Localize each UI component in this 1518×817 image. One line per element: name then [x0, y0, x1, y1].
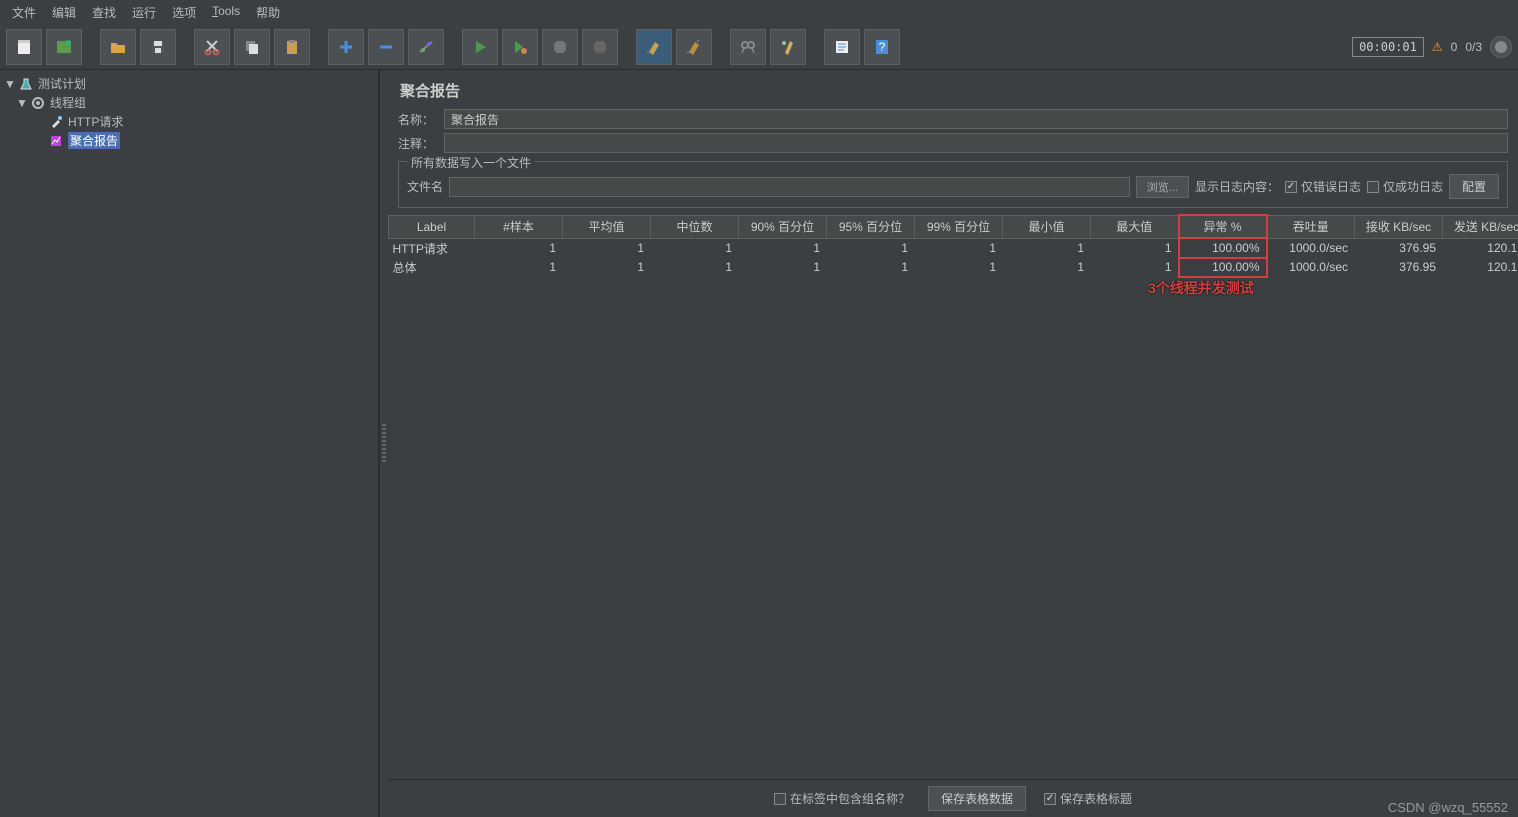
start-no-pause-icon[interactable] — [502, 29, 538, 65]
tree-test-plan[interactable]: ▼ 测试计划 — [2, 74, 376, 93]
svg-text:?: ? — [879, 40, 886, 54]
log-content-label: 显示日志内容： — [1195, 178, 1279, 195]
th-error[interactable]: 异常 % — [1179, 215, 1267, 238]
tree-thread-group[interactable]: ▼ 线程组 — [2, 93, 376, 112]
test-plan-tree[interactable]: ▼ 测试计划 ▼ 线程组 HTTP请求 聚合报告 — [0, 70, 380, 817]
th-min[interactable]: 最小值 — [1003, 215, 1091, 238]
watermark: CSDN @wzq_55552 — [1388, 800, 1508, 815]
comment-input[interactable] — [444, 133, 1508, 153]
expand-icon[interactable] — [328, 29, 364, 65]
copy-icon[interactable] — [234, 29, 270, 65]
gear-icon — [30, 95, 46, 111]
menu-tools[interactable]: Tools — [206, 2, 246, 23]
th-max[interactable]: 最大值 — [1091, 215, 1179, 238]
shutdown-icon[interactable] — [582, 29, 618, 65]
timer: 00:00:01 — [1352, 37, 1424, 57]
annotation-text: 3个线程并发测试 — [1148, 278, 1254, 298]
tree-http-request[interactable]: HTTP请求 — [2, 112, 376, 131]
chart-icon — [48, 133, 64, 149]
save-header-checkbox[interactable]: 保存表格标题 — [1044, 790, 1132, 807]
th-p90[interactable]: 90% 百分位 — [739, 215, 827, 238]
splitter[interactable] — [380, 70, 388, 817]
only-errors-checkbox[interactable]: 仅错误日志 — [1285, 178, 1361, 195]
menu-run[interactable]: 运行 — [126, 2, 162, 23]
checkbox-icon — [1367, 181, 1379, 193]
tree-aggregate-report[interactable]: 聚合报告 — [2, 131, 376, 150]
checkbox-icon — [1285, 181, 1297, 193]
th-avg[interactable]: 平均值 — [563, 215, 651, 238]
content: 聚合报告 名称： 注释： 所有数据写入一个文件 文件名 浏览... 显示日志内容… — [388, 70, 1518, 817]
name-label: 名称： — [398, 111, 438, 128]
cut-icon[interactable] — [194, 29, 230, 65]
open-icon[interactable] — [100, 29, 136, 65]
menu-file[interactable]: 文件 — [6, 2, 42, 23]
clear-icon[interactable] — [636, 29, 672, 65]
save-icon[interactable] — [140, 29, 176, 65]
flask-icon — [18, 76, 34, 92]
toolbar: ? 00:00:01 ⚠ 0 0/3 — [0, 25, 1518, 70]
th-p95[interactable]: 95% 百分位 — [827, 215, 915, 238]
browse-button[interactable]: 浏览... — [1136, 176, 1189, 198]
filename-label: 文件名 — [407, 178, 443, 195]
new-icon[interactable] — [6, 29, 42, 65]
checkbox-icon — [1044, 793, 1056, 805]
menubar: 文件 编辑 查找 运行 选项 Tools 帮助 — [0, 0, 1518, 25]
th-send[interactable]: 发送 KB/sec — [1443, 215, 1518, 238]
page-title: 聚合报告 — [388, 70, 1518, 107]
warning-icon[interactable]: ⚠ — [1432, 40, 1443, 54]
th-median[interactable]: 中位数 — [651, 215, 739, 238]
checkbox-icon — [774, 793, 786, 805]
save-table-data-button[interactable]: 保存表格数据 — [928, 786, 1026, 811]
name-input[interactable] — [444, 109, 1508, 129]
th-throughput[interactable]: 吞吐量 — [1267, 215, 1355, 238]
function-helper-icon[interactable] — [824, 29, 860, 65]
stop-icon[interactable] — [542, 29, 578, 65]
templates-icon[interactable] — [46, 29, 82, 65]
th-samples[interactable]: #样本 — [475, 215, 563, 238]
bottom-bar: 在标签中包含组名称？ 保存表格数据 保存表格标题 — [388, 779, 1518, 817]
paste-icon[interactable] — [274, 29, 310, 65]
search-icon[interactable] — [730, 29, 766, 65]
thread-count: 0/3 — [1465, 40, 1482, 54]
table-header-row: Label #样本 平均值 中位数 90% 百分位 95% 百分位 99% 百分… — [389, 215, 1518, 238]
th-label[interactable]: Label — [389, 215, 475, 238]
menu-edit[interactable]: 编辑 — [46, 2, 82, 23]
file-output-fieldset: 所有数据写入一个文件 文件名 浏览... 显示日志内容： 仅错误日志 仅成功日志… — [398, 161, 1508, 208]
dropper-icon — [48, 114, 64, 130]
menu-options[interactable]: 选项 — [166, 2, 202, 23]
clear-all-icon[interactable] — [676, 29, 712, 65]
status-indicator-icon — [1490, 36, 1512, 58]
fieldset-legend: 所有数据写入一个文件 — [407, 154, 535, 171]
collapse-icon[interactable] — [368, 29, 404, 65]
menu-find[interactable]: 查找 — [86, 2, 122, 23]
menu-help[interactable]: 帮助 — [250, 2, 286, 23]
toggle-icon[interactable] — [408, 29, 444, 65]
reset-search-icon[interactable] — [770, 29, 806, 65]
comment-label: 注释： — [398, 135, 438, 152]
help-icon[interactable]: ? — [864, 29, 900, 65]
table-row[interactable]: HTTP请求 1 1 1 1 1 1 1 1 100.00% 1000.0/se… — [389, 238, 1518, 258]
filename-input[interactable] — [449, 177, 1130, 197]
only-success-checkbox[interactable]: 仅成功日志 — [1367, 178, 1443, 195]
warning-count: 0 — [1451, 40, 1458, 54]
th-recv[interactable]: 接收 KB/sec — [1355, 215, 1443, 238]
include-group-checkbox[interactable]: 在标签中包含组名称？ — [774, 790, 910, 807]
results-table: Label #样本 平均值 中位数 90% 百分位 95% 百分位 99% 百分… — [388, 214, 1518, 278]
start-icon[interactable] — [462, 29, 498, 65]
th-p99[interactable]: 99% 百分位 — [915, 215, 1003, 238]
configure-button[interactable]: 配置 — [1449, 174, 1499, 199]
table-row[interactable]: 总体 1 1 1 1 1 1 1 1 100.00% 1000.0/sec 37… — [389, 258, 1518, 277]
